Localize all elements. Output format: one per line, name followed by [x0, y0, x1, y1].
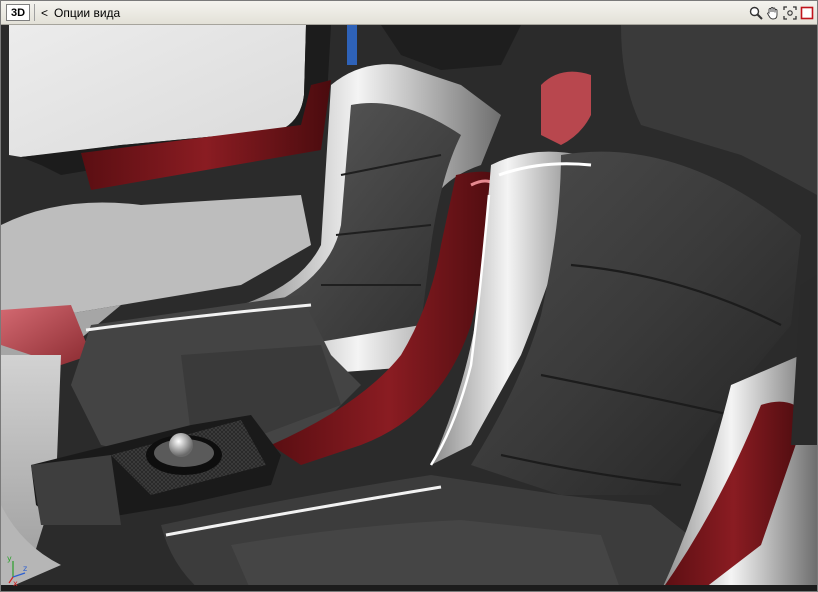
mode-3d-button[interactable]: 3D — [6, 4, 30, 21]
viewer-toolbar: 3D < Опции вида — [1, 1, 817, 25]
zoom-icon[interactable] — [748, 5, 763, 20]
axis-x-label: x — [13, 579, 18, 587]
car-interior-render — [1, 25, 817, 591]
toolbar-divider — [34, 4, 35, 21]
axis-z-label: z — [23, 564, 27, 573]
pan-hand-icon[interactable] — [765, 5, 780, 20]
axis-y-label: y — [7, 554, 12, 563]
maximize-icon[interactable] — [799, 5, 814, 20]
back-button[interactable]: < — [41, 6, 48, 20]
fit-view-icon[interactable] — [782, 5, 797, 20]
3d-viewport[interactable]: y z x — [1, 25, 817, 591]
view-options-title[interactable]: Опции вида — [54, 6, 120, 20]
axis-gizmo-icon: y z x — [7, 554, 27, 587]
viewer-window: 3D < Опции вида y z x — [0, 0, 818, 592]
view-tools — [748, 5, 814, 20]
